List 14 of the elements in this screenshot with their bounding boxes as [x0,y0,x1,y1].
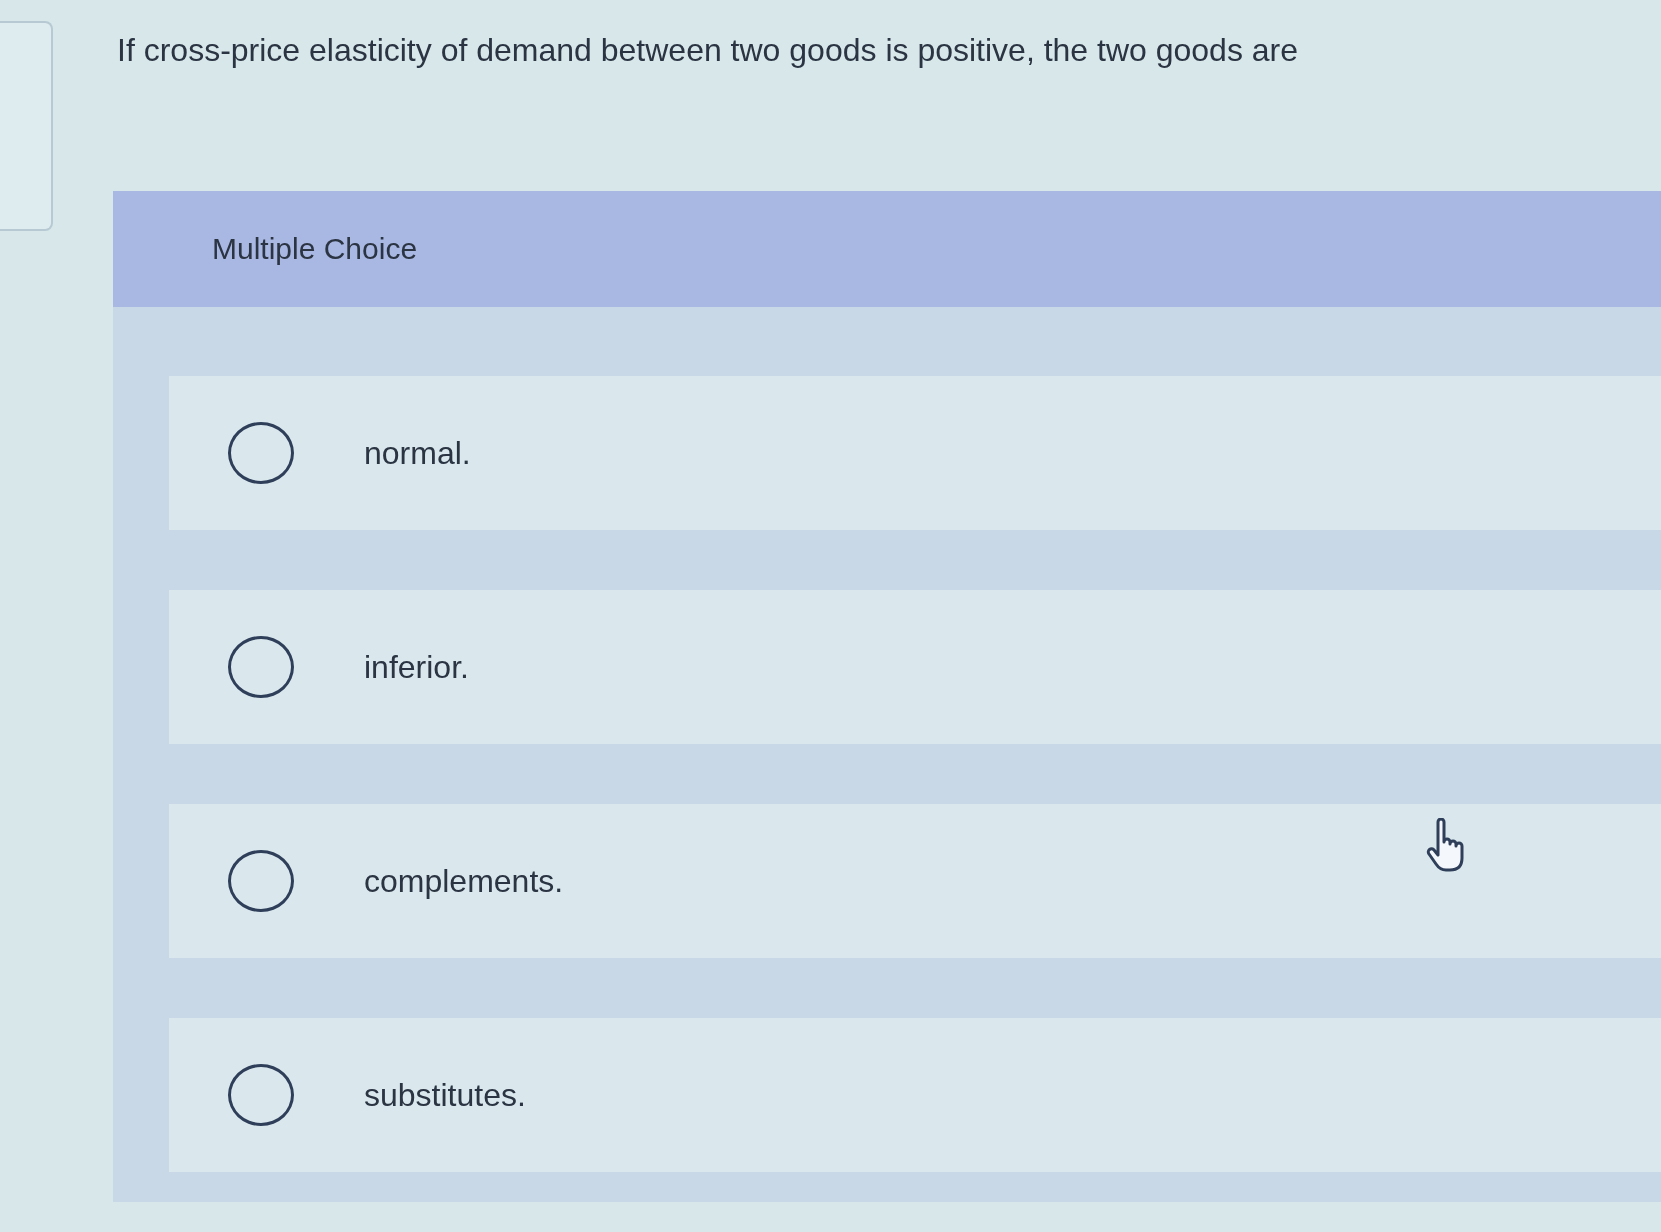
option-label: inferior. [364,648,469,686]
option-label: complements. [364,862,564,900]
answer-option[interactable]: inferior. [169,590,1661,744]
option-label: substitutes. [364,1076,526,1114]
answer-option[interactable]: substitutes. [169,1018,1661,1172]
radio-button[interactable] [228,422,294,484]
radio-button[interactable] [228,636,294,698]
question-text: If cross-price elasticity of demand between two goods is positive, the two goods are [117,31,1299,70]
option-label: normal. [364,434,471,472]
answer-option[interactable]: complements. [169,804,1661,958]
radio-button[interactable] [228,1064,294,1126]
answer-option[interactable]: normal. [169,376,1661,530]
panel-heading: Multiple Choice [212,232,418,266]
radio-button[interactable] [228,850,294,912]
